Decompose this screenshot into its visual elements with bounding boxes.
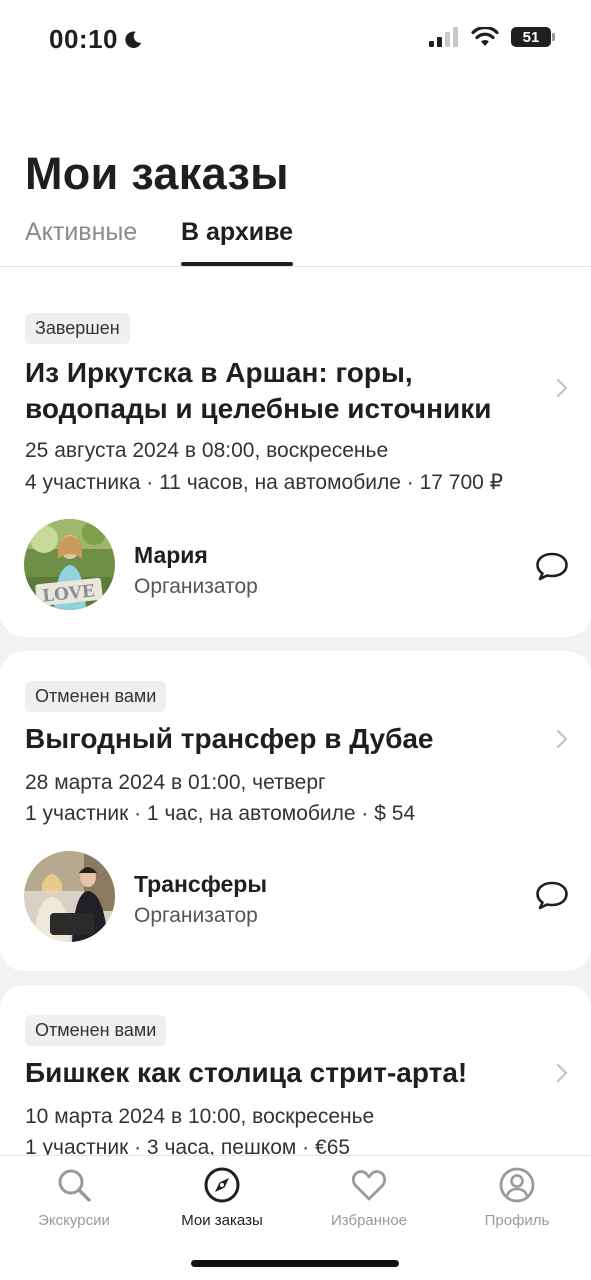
- chat-icon[interactable]: [535, 880, 569, 910]
- order-title[interactable]: Из Иркутска в Аршан: горы, водопады и це…: [25, 355, 545, 427]
- organizer-photo: LOVE: [24, 519, 115, 610]
- organizer-photo: [24, 851, 115, 942]
- avatar[interactable]: [24, 851, 115, 942]
- organizer-name: Трансферы: [134, 871, 268, 897]
- page-title: Мои заказы: [25, 148, 289, 199]
- status-badge: Завершен: [25, 313, 130, 344]
- nav-label: Экскурсии: [38, 1212, 110, 1229]
- tab-archive[interactable]: В архиве: [181, 218, 293, 247]
- chat-icon[interactable]: [535, 551, 569, 581]
- status-indicators: 51: [429, 27, 555, 47]
- avatar[interactable]: LOVE: [24, 519, 115, 610]
- status-badge: Отменен вами: [25, 1015, 167, 1046]
- order-details: 1 участник · 3 часа, пешком · €65: [25, 1136, 351, 1155]
- nav-profile[interactable]: Профиль: [443, 1166, 591, 1246]
- order-date: 10 марта 2024 в 10:00, воскресенье: [25, 1105, 375, 1128]
- chevron-right-icon[interactable]: [555, 377, 569, 399]
- orders-list: Завершен Из Иркутска в Аршан: горы, водо…: [0, 267, 591, 1155]
- battery-icon: 51: [511, 27, 555, 47]
- nav-my-orders[interactable]: Мои заказы: [148, 1166, 296, 1246]
- tab-active[interactable]: Активные: [25, 218, 137, 247]
- chevron-right-icon[interactable]: [555, 1062, 569, 1084]
- order-title[interactable]: Бишкек как столица стрит-арта!: [25, 1055, 545, 1091]
- order-card[interactable]: Отменен вами Выгодный трансфер в Дубае 2…: [0, 651, 591, 971]
- nav-excursions[interactable]: Экскурсии: [0, 1166, 148, 1246]
- search-icon: [58, 1169, 91, 1202]
- moon-icon: [125, 30, 142, 48]
- nav-favorites[interactable]: Избранное: [295, 1166, 443, 1246]
- chevron-right-icon[interactable]: [555, 728, 569, 750]
- order-title[interactable]: Выгодный трансфер в Дубае: [25, 721, 545, 757]
- compass-icon: [204, 1167, 240, 1203]
- tab-underline: [181, 262, 293, 266]
- status-bar: 00:10 51: [0, 0, 591, 80]
- order-details: 1 участник · 1 час, на автомобиле · $ 54: [25, 802, 416, 825]
- status-badge: Отменен вами: [25, 681, 167, 712]
- wifi-icon: [471, 27, 499, 46]
- status-time: 00:10: [49, 24, 144, 55]
- nav-label: Избранное: [330, 1212, 408, 1229]
- order-card[interactable]: Завершен Из Иркутска в Аршан: горы, водо…: [0, 267, 591, 637]
- profile-icon: [499, 1167, 535, 1203]
- order-details: 4 участника · 11 часов, на автомобиле · …: [25, 471, 504, 494]
- organizer-role: Организатор: [134, 575, 258, 598]
- battery-level: 51: [522, 28, 540, 46]
- order-date: 25 августа 2024 в 08:00, воскресенье: [25, 439, 389, 462]
- organizer-role: Организатор: [134, 904, 258, 927]
- nav-label: Профиль: [484, 1212, 550, 1229]
- clock-text: 00:10: [49, 24, 118, 54]
- tab-bar: Активные В архиве: [0, 210, 591, 267]
- home-indicator: [191, 1260, 399, 1267]
- signal-icon: [429, 27, 458, 47]
- order-card[interactable]: Отменен вами Бишкек как столица стрит-ар…: [0, 985, 591, 1155]
- heart-icon: [351, 1170, 387, 1201]
- nav-label: Мои заказы: [181, 1212, 263, 1229]
- order-date: 28 марта 2024 в 01:00, четверг: [25, 771, 326, 794]
- organizer-name: Мария: [134, 542, 208, 568]
